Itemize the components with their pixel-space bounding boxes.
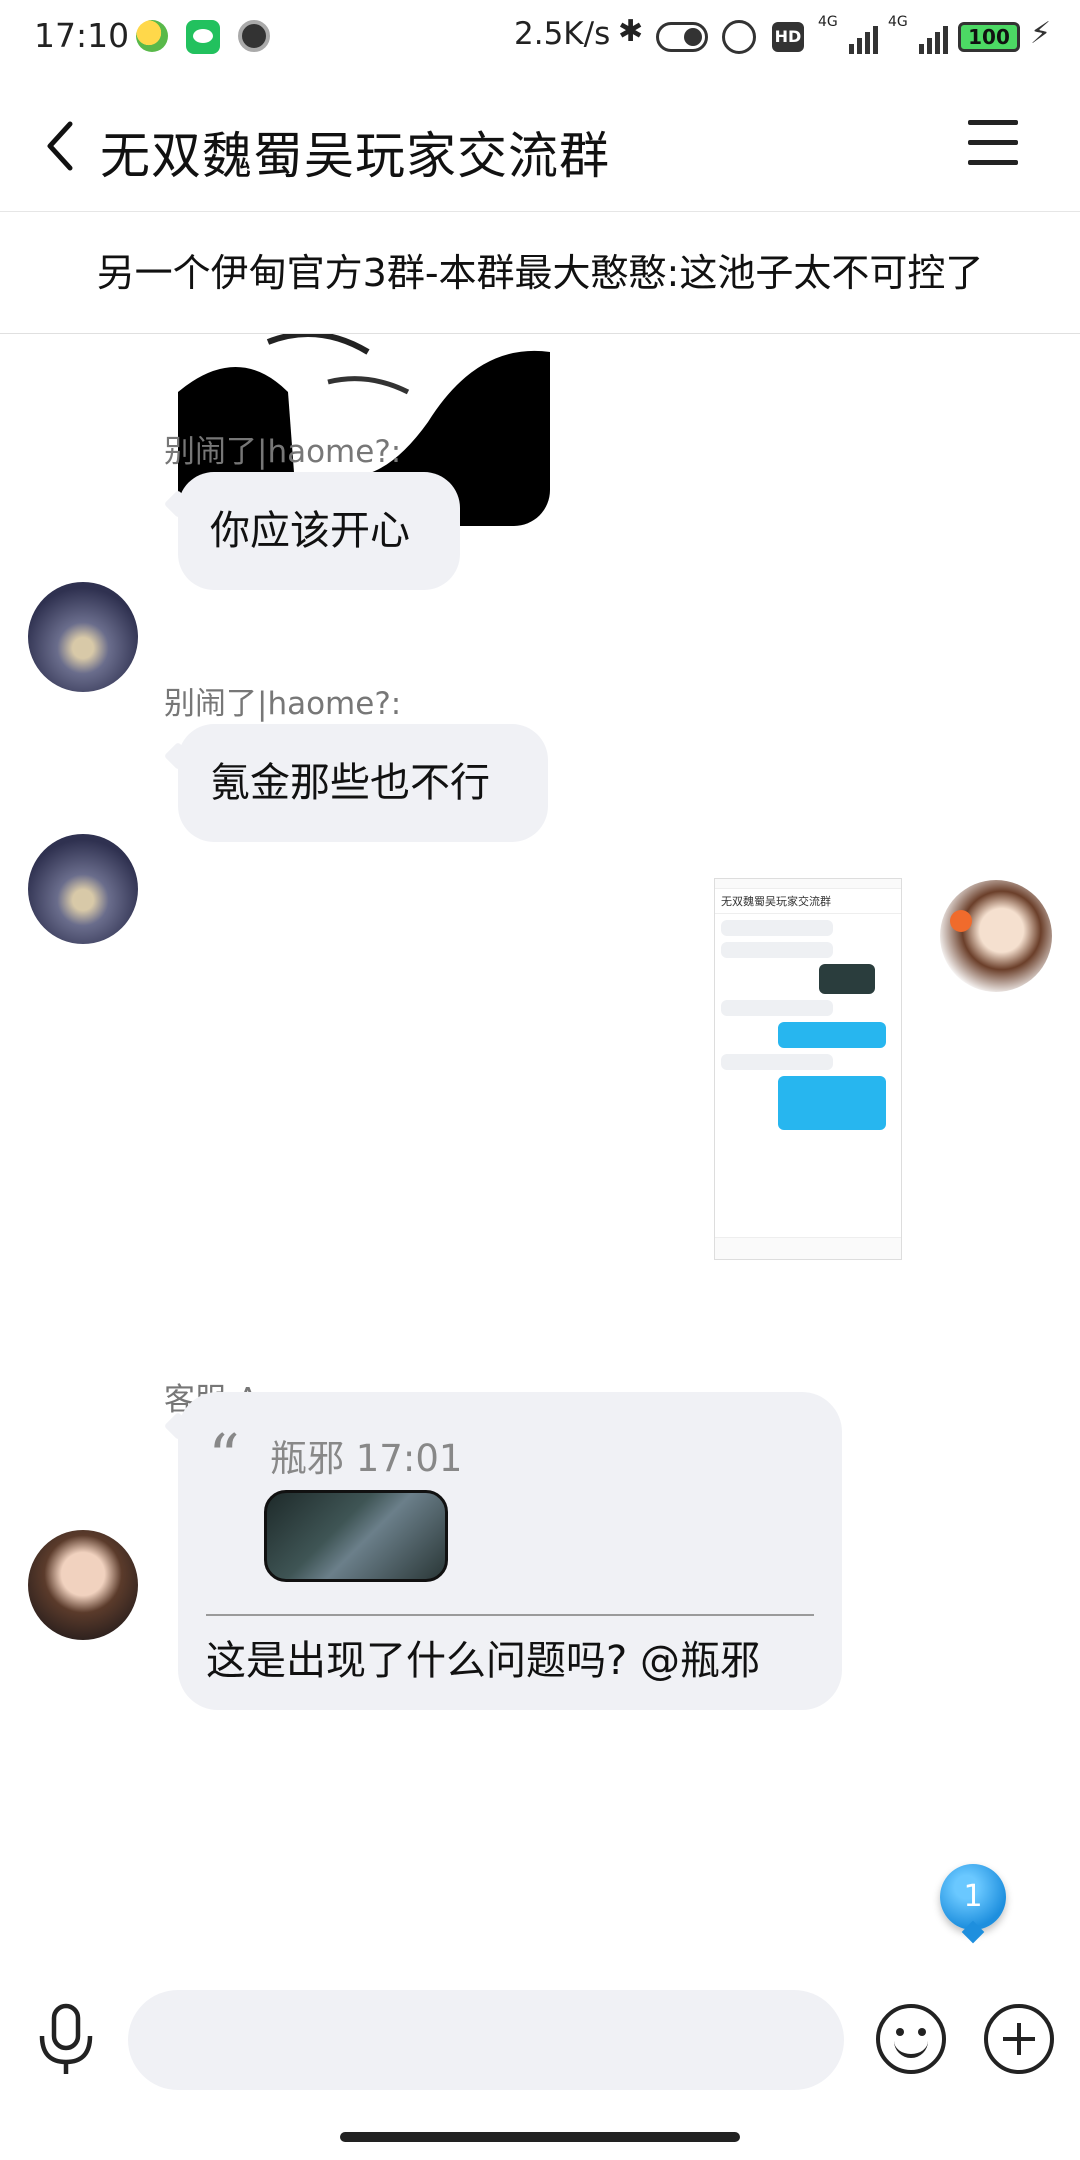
battery-icon: 100 xyxy=(958,22,1020,52)
message-text: 这是出现了什么问题吗? @瓶邪 xyxy=(206,1638,760,1684)
menu-icon[interactable] xyxy=(968,120,1018,166)
microphone-icon[interactable] xyxy=(34,2002,98,2078)
back-chevron-icon[interactable] xyxy=(40,118,84,174)
group-title: 无双魏蜀吴玩家交流群 xyxy=(100,127,610,185)
quote-divider xyxy=(206,1614,814,1616)
quote-mark-icon: “ xyxy=(208,1420,240,1493)
alarm-icon xyxy=(722,20,756,54)
quote-time: 17:01 xyxy=(355,1437,463,1480)
quoted-message-bubble[interactable]: “ 瓶邪 17:01 这是出现了什么问题吗? @瓶邪 xyxy=(178,1392,842,1710)
chat-area[interactable]: 另一个伊甸官方3群-本群最大憨憨:这池子太不可控了 别闹了|haome?: 你应… xyxy=(0,212,1080,1974)
message-text: 你应该开心 xyxy=(210,508,410,554)
network-speed: 2.5K/s xyxy=(514,16,611,52)
quoted-image-thumbnail[interactable] xyxy=(264,1490,448,1582)
sender-avatar[interactable] xyxy=(28,1530,138,1640)
charging-icon: ⚡ xyxy=(1030,16,1052,51)
shared-screenshot-image[interactable]: 无双魏蜀吴玩家交流群 xyxy=(714,878,902,1260)
sender-avatar[interactable] xyxy=(28,582,138,692)
bluetooth-icon: ✱ xyxy=(618,14,644,49)
screenshot-title: 无双魏蜀吴玩家交流群 xyxy=(715,889,901,914)
message-bubble[interactable]: 你应该开心 xyxy=(178,472,460,590)
app-notification-icon xyxy=(136,20,168,52)
emoji-icon[interactable] xyxy=(876,2004,946,2074)
status-time: 17:10 xyxy=(34,16,130,55)
wechat-icon xyxy=(186,20,220,54)
network-type-label: 4G xyxy=(818,14,838,30)
unread-count-badge[interactable]: 1 xyxy=(940,1864,1006,1930)
message-text: 氪金那些也不行 xyxy=(210,760,490,806)
sender-name: 别闹了|haome?: xyxy=(164,434,402,470)
my-avatar[interactable] xyxy=(940,880,1052,992)
toggle-icon xyxy=(656,22,708,52)
sender-name: 别闹了|haome?: xyxy=(164,686,402,722)
network-type-label: 4G xyxy=(888,14,908,30)
quote-author: 瓶邪 xyxy=(270,1437,344,1480)
message-bubble[interactable]: 氪金那些也不行 xyxy=(178,724,548,842)
group-announcement[interactable]: 另一个伊甸官方3群-本群最大憨憨:这池子太不可控了 xyxy=(0,212,1080,334)
chat-header: 无双魏蜀吴玩家交流群 xyxy=(0,78,1080,212)
hd-icon: HD xyxy=(772,22,804,52)
home-indicator[interactable] xyxy=(340,2132,740,2142)
signal-icon: 4G xyxy=(818,14,878,54)
signal-icon: 4G xyxy=(888,14,948,54)
app-notification-icon-2 xyxy=(238,20,270,52)
status-bar: 17:10 2.5K/s ✱ HD 4G 4G 100 ⚡ xyxy=(0,0,1080,78)
quote-header: 瓶邪 17:01 xyxy=(270,1428,462,1482)
message-input[interactable] xyxy=(128,1990,844,2090)
plus-icon[interactable] xyxy=(984,2004,1054,2074)
sender-avatar[interactable] xyxy=(28,834,138,944)
